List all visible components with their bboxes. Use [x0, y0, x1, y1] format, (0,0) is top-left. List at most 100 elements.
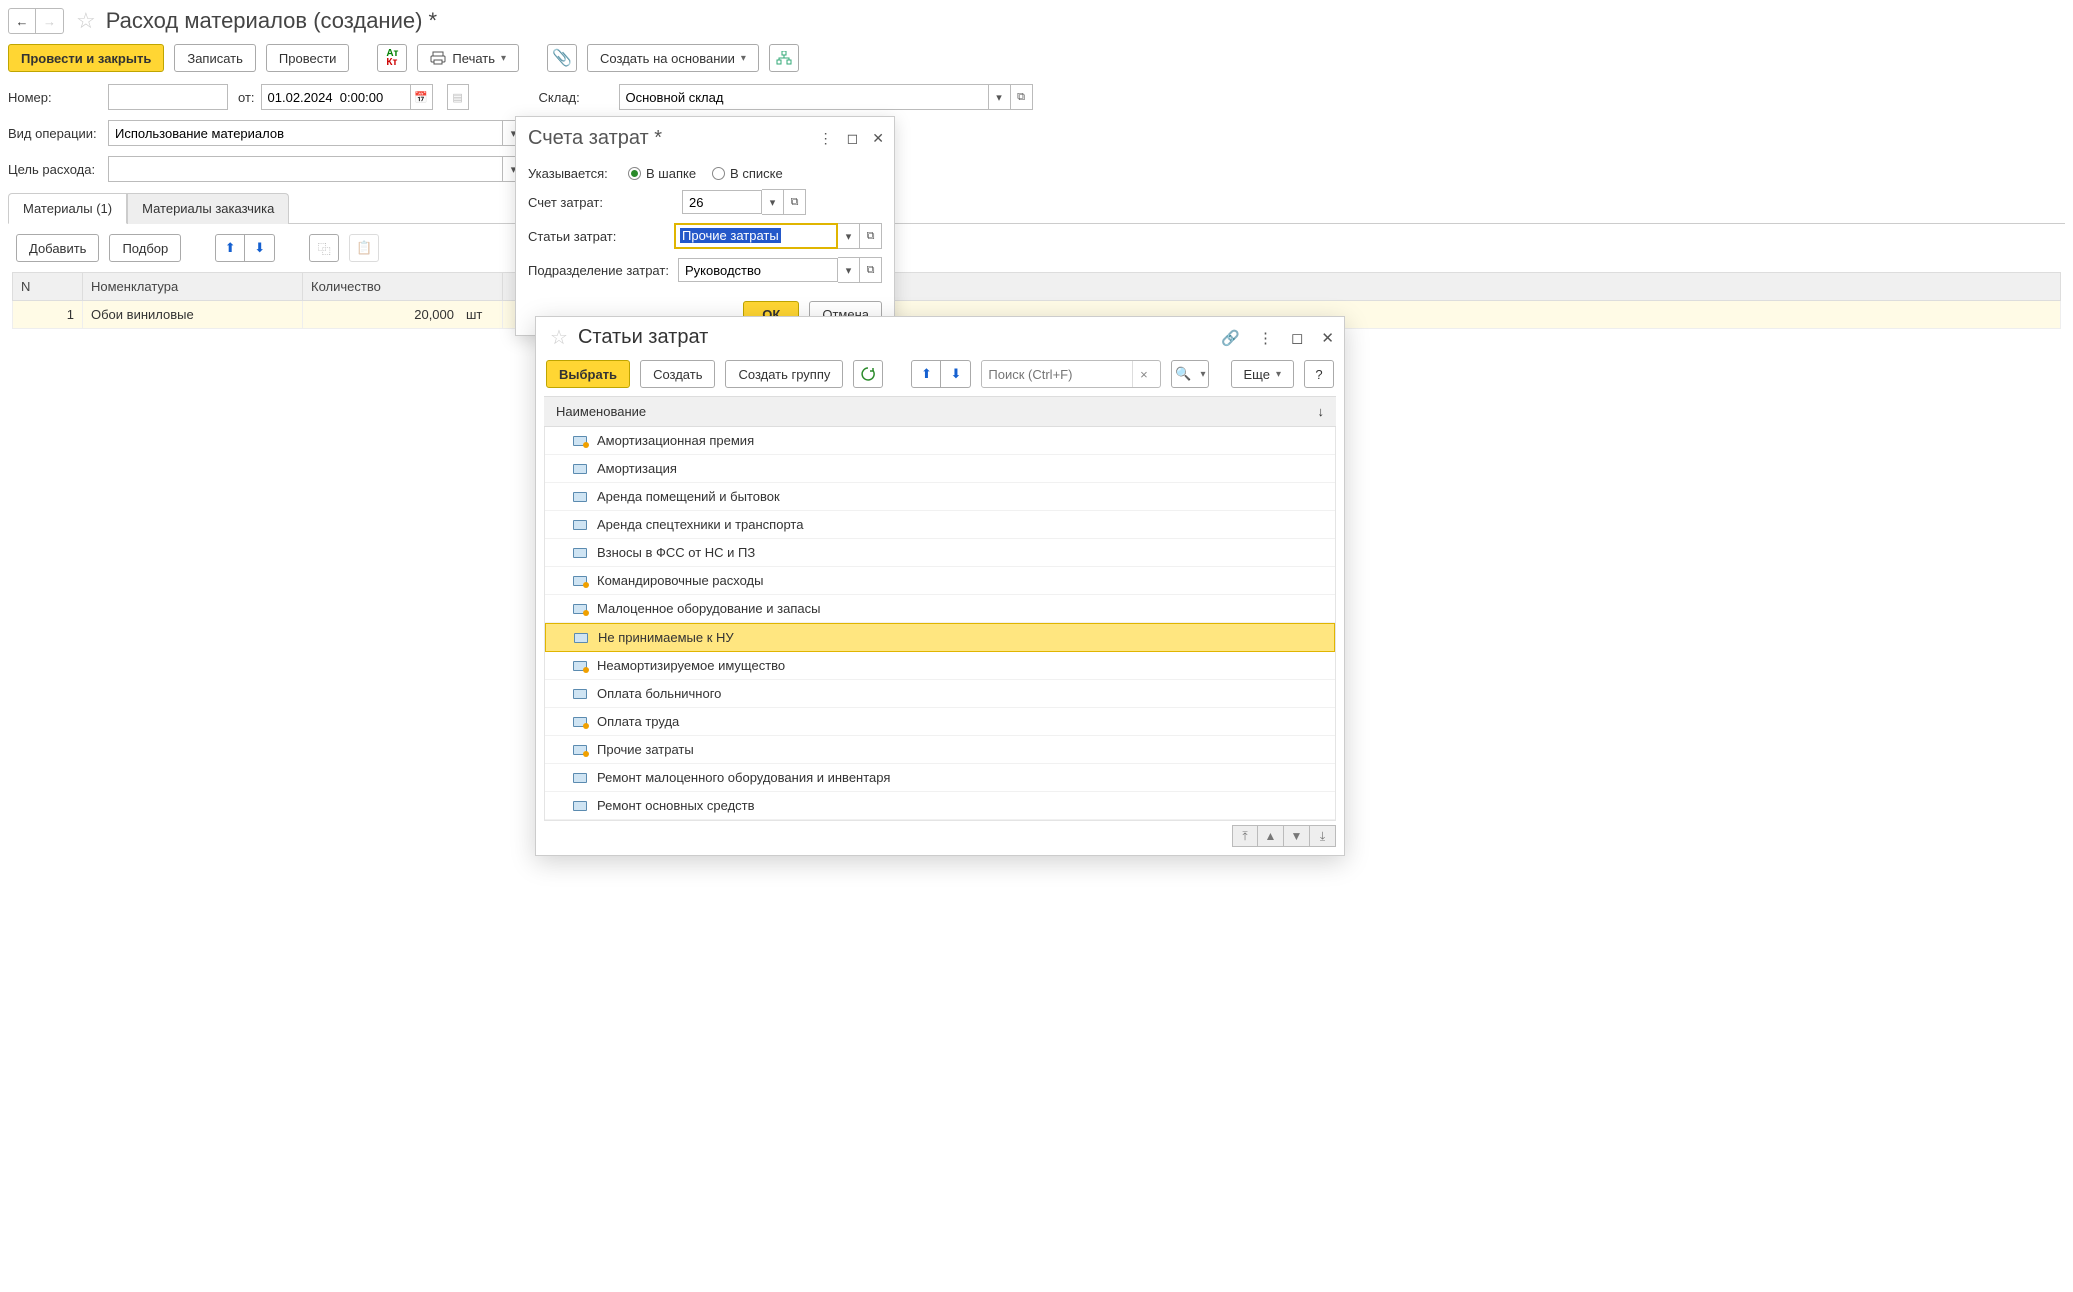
create-based-on-button[interactable]: Создать на основании▾	[587, 44, 759, 72]
calendar-button[interactable]: 📅	[411, 84, 433, 110]
account-dropdown-button[interactable]: ▾	[762, 189, 784, 215]
item-icon	[573, 492, 587, 502]
nav-prev-button[interactable]: ▲	[1258, 825, 1284, 847]
dialog2-star-icon[interactable]: ☆	[550, 325, 568, 350]
more-button[interactable]: Еще▾	[1231, 360, 1294, 388]
warehouse-dropdown-button[interactable]: ▾	[989, 84, 1011, 110]
articles-input[interactable]	[676, 225, 836, 247]
arrow-up-icon: ⬆	[921, 366, 932, 382]
list-item[interactable]: Амортизационная премия	[545, 427, 1335, 455]
move-down-button[interactable]: ⬇	[245, 234, 275, 262]
dept-input[interactable]	[678, 258, 838, 282]
form-mode-button[interactable]: ▤	[447, 84, 469, 110]
dialog-menu-icon[interactable]: ⋮	[819, 130, 833, 147]
col-nomenclature[interactable]: Номенклатура	[83, 273, 303, 301]
list-down-button[interactable]: ⬇	[941, 360, 971, 388]
cell-qty: 20,000шт	[303, 301, 503, 329]
list-item[interactable]: Ремонт малоценного оборудования и инвент…	[545, 764, 1335, 792]
print-button[interactable]: Печать▾	[417, 44, 519, 72]
nav-prev-icon: ▲	[1265, 829, 1277, 843]
item-label: Амортизация	[597, 461, 677, 476]
list-item[interactable]: Оплата труда	[545, 708, 1335, 736]
refresh-button[interactable]	[853, 360, 883, 388]
tab-materials[interactable]: Материалы (1)	[8, 193, 127, 224]
nav-back-button[interactable]: ←	[8, 8, 36, 34]
dept-dropdown-button[interactable]: ▾	[838, 257, 860, 283]
add-row-button[interactable]: Добавить	[16, 234, 99, 262]
dept-open-button[interactable]: ⧉	[860, 257, 882, 283]
list-item[interactable]: Оплата больничного	[545, 680, 1335, 708]
cost-items-list: Амортизационная премия Амортизация Аренда …	[544, 427, 1336, 821]
list-item[interactable]: Взносы в ФСС от НС и ПЗ	[545, 539, 1335, 567]
nav-next-button[interactable]: ▼	[1284, 825, 1310, 847]
search-clear-button[interactable]: ×	[1132, 361, 1154, 387]
radio-in-header[interactable]: В шапке	[628, 166, 696, 181]
item-icon	[573, 464, 587, 474]
list-item[interactable]: Неамортизируемое имущество	[545, 652, 1335, 680]
create-group-button[interactable]: Создать группу	[725, 360, 843, 388]
purpose-input[interactable]	[108, 156, 503, 182]
debit-credit-icon-button[interactable]: АтКт	[377, 44, 407, 72]
col-name-header[interactable]: Наименование	[556, 404, 646, 419]
paste-button[interactable]: 📋	[349, 234, 379, 262]
post-button[interactable]: Провести	[266, 44, 350, 72]
list-item[interactable]: Малоценное оборудование и запасы	[545, 595, 1335, 623]
radio-in-list[interactable]: В списке	[712, 166, 783, 181]
favorite-star-icon[interactable]: ☆	[76, 8, 96, 34]
dept-label: Подразделение затрат:	[528, 263, 670, 278]
list-item[interactable]: Аренда спецтехники и транспорта	[545, 511, 1335, 539]
nav-last-button[interactable]: ⤓	[1310, 825, 1336, 847]
copy-button[interactable]: ⿻	[309, 234, 339, 262]
number-label: Номер:	[8, 90, 108, 105]
create-button[interactable]: Создать	[640, 360, 715, 388]
arrow-down-icon: ⬇	[950, 366, 961, 382]
topbar: ← → ☆ Расход материалов (создание) *	[0, 0, 2073, 38]
col-n[interactable]: N	[13, 273, 83, 301]
op-type-input[interactable]	[108, 120, 503, 146]
attachment-button[interactable]: 📎	[547, 44, 577, 72]
dialog2-maximize-icon[interactable]: ◻	[1291, 329, 1303, 347]
post-and-close-button[interactable]: Провести и закрыть	[8, 44, 164, 72]
hierarchy-icon	[776, 51, 792, 65]
dialog-close-icon[interactable]: ✕	[872, 130, 884, 147]
list-item[interactable]: Командировочные расходы	[545, 567, 1335, 595]
dialog2-menu-icon[interactable]: ⋮	[1258, 329, 1273, 347]
list-item[interactable]: Не принимаемые к НУ	[545, 623, 1335, 652]
nav-forward-button[interactable]: →	[36, 8, 64, 34]
help-button[interactable]: ?	[1304, 360, 1334, 388]
structure-button[interactable]	[769, 44, 799, 72]
list-up-button[interactable]: ⬆	[911, 360, 941, 388]
item-label: Малоценное оборудование и запасы	[597, 601, 820, 616]
sort-indicator-icon[interactable]: ↓	[1318, 404, 1325, 419]
op-type-label: Вид операции:	[8, 126, 108, 141]
articles-open-button[interactable]: ⧉	[860, 223, 882, 249]
date-input[interactable]	[261, 84, 411, 110]
col-quantity[interactable]: Количество	[303, 273, 503, 301]
list-item[interactable]: Ремонт основных средств	[545, 792, 1335, 820]
page-title: Расход материалов (создание) *	[106, 8, 437, 34]
link-icon[interactable]: 🔗	[1221, 329, 1240, 347]
search-input[interactable]	[982, 362, 1132, 386]
dialog-maximize-icon[interactable]: ◻	[847, 130, 859, 147]
save-button[interactable]: Записать	[174, 44, 256, 72]
paperclip-icon: 📎	[552, 48, 572, 68]
purpose-label: Цель расхода:	[8, 162, 108, 177]
dialog-title: Счета затрат *	[528, 127, 662, 150]
warehouse-input[interactable]	[619, 84, 989, 110]
item-icon	[573, 773, 587, 783]
pick-button[interactable]: Подбор	[109, 234, 181, 262]
list-item[interactable]: Аренда помещений и бытовок	[545, 483, 1335, 511]
account-input[interactable]	[682, 190, 762, 214]
articles-dropdown-button[interactable]: ▾	[838, 223, 860, 249]
tab-customer-materials[interactable]: Материалы заказчика	[127, 193, 289, 224]
number-input[interactable]	[108, 84, 228, 110]
list-item[interactable]: Прочие затраты	[545, 736, 1335, 764]
list-item[interactable]: Амортизация	[545, 455, 1335, 483]
nav-first-button[interactable]: ⤒	[1232, 825, 1258, 847]
account-open-button[interactable]: ⧉	[784, 189, 806, 215]
dialog2-close-icon[interactable]: ✕	[1321, 329, 1334, 347]
move-up-button[interactable]: ⬆	[215, 234, 245, 262]
select-button[interactable]: Выбрать	[546, 360, 630, 388]
search-menu-button[interactable]: 🔍▾	[1171, 360, 1209, 388]
warehouse-open-button[interactable]: ⧉	[1011, 84, 1033, 110]
